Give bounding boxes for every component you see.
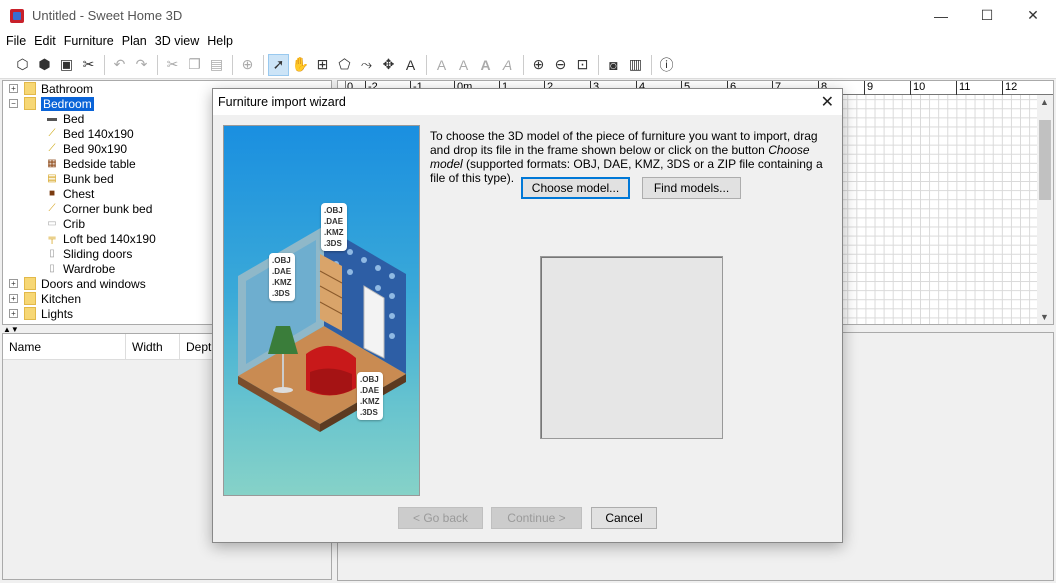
loft-bed-icon: ╤ (48, 233, 56, 244)
find-models-button[interactable]: Find models... (642, 177, 741, 199)
corner-bunk-bed-icon: ⟋ (48, 203, 56, 214)
create-polylines-icon[interactable]: ⤳ (356, 54, 377, 76)
preferences-icon[interactable]: ✂ (78, 54, 99, 76)
furniture-import-wizard-dialog: Furniture import wizard ✕ .OBJ .DAE .KMZ… (212, 88, 843, 543)
sliding-doors-icon: ▯ (49, 248, 55, 259)
new-home-icon[interactable]: ⬡ (12, 54, 33, 76)
folder-icon (24, 277, 36, 290)
bed-icon: ▬ (47, 113, 57, 124)
bed-icon: ⟋ (48, 128, 56, 139)
pan-mode-icon[interactable]: ✋ (290, 54, 311, 76)
column-name[interactable]: Name (3, 334, 126, 359)
wizard-illustration: .OBJ .DAE .KMZ .3DS .OBJ .DAE .KMZ .3DS .OBJ .D… (223, 125, 420, 496)
create-photo-icon[interactable]: ⊡ (572, 54, 593, 76)
zoom-in-icon[interactable]: ⊕ (528, 54, 549, 76)
zoom-out-icon[interactable]: ⊖ (550, 54, 571, 76)
video-icon[interactable]: ▥ (625, 54, 646, 76)
app-icon (9, 8, 25, 24)
menu-3d-view[interactable]: 3D view (151, 34, 203, 48)
maximize-button[interactable]: ☐ (964, 0, 1010, 31)
continue-button[interactable]: Continue > (491, 507, 582, 529)
category-label: Bedroom (41, 96, 94, 111)
undo-icon[interactable]: ↶ (109, 54, 130, 76)
save-icon[interactable]: ▣ (56, 54, 77, 76)
format-tag-bottom: .OBJ .DAE .KMZ .3DS (357, 372, 383, 420)
chest-icon: ■ (48, 188, 56, 199)
bunk-bed-icon: ▤ (47, 173, 57, 184)
bold-text-icon[interactable]: A (475, 54, 496, 76)
import-instructions: To choose the 3D model of the piece of f… (430, 129, 823, 185)
select-mode-icon[interactable]: ➚ (268, 53, 289, 76)
collapse-icon[interactable]: − (9, 99, 18, 108)
copy-icon[interactable]: ❐ (184, 54, 205, 76)
expand-icon[interactable]: + (9, 84, 18, 93)
model-drop-frame[interactable] (540, 256, 723, 439)
add-text-icon[interactable]: A (400, 54, 421, 76)
title-bar: Untitled - Sweet Home 3D — ☐ ✕ (0, 0, 1056, 31)
menu-furniture[interactable]: Furniture (60, 34, 118, 48)
dialog-title-bar: Furniture import wizard ✕ (213, 89, 842, 115)
scroll-thumb[interactable] (1039, 120, 1051, 200)
decrease-text-size-icon[interactable]: A (453, 54, 474, 76)
minimize-button[interactable]: — (918, 0, 964, 31)
room-illustration-icon (238, 226, 406, 432)
expand-icon[interactable]: + (9, 279, 18, 288)
increase-text-size-icon[interactable]: A (431, 54, 452, 76)
category-label: Lights (41, 306, 74, 321)
go-back-button[interactable]: < Go back (398, 507, 483, 529)
crib-icon: ▭ (47, 218, 57, 229)
help-icon[interactable]: ⓘ (656, 54, 677, 76)
folder-icon (24, 292, 36, 305)
expand-icon[interactable]: + (9, 294, 18, 303)
open-icon[interactable]: ⬢ (34, 54, 55, 76)
add-furniture-icon[interactable]: ⊕ (237, 54, 258, 76)
camera-icon[interactable]: ◙ (603, 54, 624, 76)
dialog-title: Furniture import wizard (218, 95, 346, 109)
scroll-down-icon[interactable]: ▼ (1040, 312, 1049, 322)
paste-icon[interactable]: ▤ (206, 54, 227, 76)
menu-edit[interactable]: Edit (30, 34, 60, 48)
folder-icon (24, 97, 36, 110)
cancel-button[interactable]: Cancel (591, 507, 657, 529)
category-label: Bathroom (41, 81, 94, 96)
plan-vertical-scrollbar[interactable]: ▲ ▼ (1037, 95, 1053, 324)
folder-icon (24, 82, 36, 95)
expand-icon[interactable]: + (9, 309, 18, 318)
menu-plan[interactable]: Plan (118, 34, 151, 48)
create-dimensions-icon[interactable]: ✥ (378, 54, 399, 76)
scroll-up-icon[interactable]: ▲ (1040, 97, 1049, 107)
close-icon[interactable]: ✕ (821, 92, 834, 112)
menu-file[interactable]: File (2, 34, 30, 48)
format-tag-left: .OBJ .DAE .KMZ .3DS (269, 253, 295, 301)
bed-icon: ⟋ (48, 143, 56, 154)
category-label: Doors and windows (41, 276, 146, 291)
format-tag-top: .OBJ .DAE .KMZ .3DS (321, 203, 347, 251)
wardrobe-icon: ▯ (49, 263, 55, 274)
cut-icon[interactable]: ✂ (162, 54, 183, 76)
column-width[interactable]: Width (126, 334, 180, 359)
redo-icon[interactable]: ↷ (131, 54, 152, 76)
create-walls-icon[interactable]: ⊞ (312, 54, 333, 76)
menu-help[interactable]: Help (203, 34, 237, 48)
italic-text-icon[interactable]: A (497, 54, 518, 76)
choose-model-button[interactable]: Choose model... (521, 177, 630, 199)
folder-icon (24, 307, 36, 320)
menu-bar: File Edit Furniture Plan 3D view Help (0, 31, 1056, 51)
bedside-table-icon: ▦ (47, 158, 57, 169)
window-title: Untitled - Sweet Home 3D (32, 8, 183, 23)
create-rooms-icon[interactable]: ⬠ (334, 54, 355, 76)
toolbar: ⬡ ⬢ ▣ ✂ ↶ ↷ ✂ ❐ ▤ ⊕ ➚ ✋ ⊞ ⬠ ⤳ ✥ A A A A … (0, 51, 1056, 79)
category-label: Kitchen (41, 291, 82, 306)
close-window-button[interactable]: ✕ (1010, 0, 1056, 31)
